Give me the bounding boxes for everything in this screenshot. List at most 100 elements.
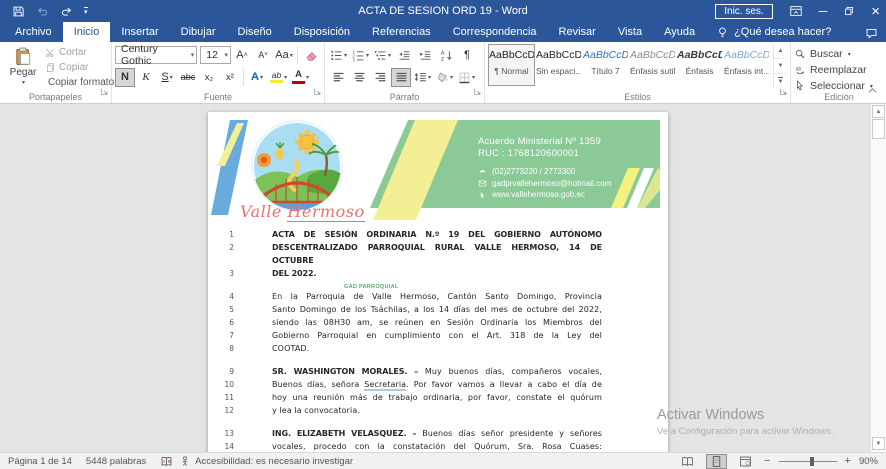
style-titulo-7[interactable]: AaBbCcDcTítulo 7 — [582, 44, 629, 86]
document-page[interactable]: Acuerdo Ministerial Nº 1359 RUC : 176812… — [208, 112, 668, 452]
document-line[interactable]: 11hoy una reunión más de trabajo ordinar… — [208, 391, 668, 404]
styles-scroll-down-icon[interactable]: ▼ — [774, 59, 787, 74]
align-left-button[interactable] — [328, 68, 348, 87]
style-no-spacing[interactable]: AaBbCcDcSin espaci... — [535, 44, 582, 86]
align-right-button[interactable] — [370, 68, 390, 87]
dialog-launcher-icon[interactable] — [313, 83, 322, 101]
sign-in-button[interactable]: Inic. ses. — [715, 4, 772, 19]
document-line[interactable]: 2DESCENTRALIZADO PARROQUIAL RURAL VALLE … — [208, 241, 668, 267]
font-family-combo[interactable]: Century Gothic ▾ — [115, 46, 197, 64]
style-enfasis[interactable]: AaBbCcDcÉnfasis — [676, 44, 723, 86]
minimize-button[interactable]: ─ — [819, 5, 828, 17]
paste-button[interactable]: Pegar ▾ — [3, 44, 43, 88]
copy-button[interactable]: Copiar — [45, 61, 108, 74]
document-line[interactable]: 5Santo Domingo de los Tsáchilas, a los 1… — [208, 303, 668, 316]
document-line[interactable]: 7Gobierno Parroquial en cumplimiento con… — [208, 329, 668, 342]
dialog-launcher-icon[interactable] — [100, 83, 109, 101]
document-line[interactable]: 10Buenos días, señora Secretaria. Por fa… — [208, 378, 668, 391]
sort-button[interactable] — [436, 46, 456, 65]
web-layout-button[interactable] — [735, 454, 756, 469]
document-line[interactable]: 12y lea la convocatoria. — [208, 404, 668, 417]
document-line[interactable]: 6siendo las 08H30 am, se reúnen en Sesió… — [208, 316, 668, 329]
scrollbar-thumb[interactable] — [872, 119, 885, 139]
zoom-in-button[interactable]: + — [845, 456, 851, 467]
tab-dibujar[interactable]: Dibujar — [170, 22, 227, 42]
find-button[interactable]: Buscar▾ — [794, 47, 884, 61]
grow-font-button[interactable]: A˄ — [232, 46, 252, 65]
tab-insertar[interactable]: Insertar — [110, 22, 169, 42]
highlight-button[interactable]: ab ▾ — [268, 68, 289, 87]
zoom-slider-handle[interactable] — [810, 457, 814, 466]
scroll-down-icon[interactable]: ▼ — [872, 437, 885, 450]
underline-button[interactable]: S▾ — [157, 68, 177, 87]
tell-me-box[interactable]: ¿Qué desea hacer? — [706, 22, 841, 42]
justify-button[interactable] — [391, 68, 411, 87]
styles-scroll-up-icon[interactable]: ▲ — [774, 44, 787, 59]
collapse-ribbon-icon[interactable] — [867, 82, 878, 100]
customize-qat-icon[interactable]: ▾ — [84, 7, 88, 16]
redo-icon[interactable] — [60, 5, 73, 18]
dialog-launcher-icon[interactable] — [473, 83, 482, 101]
style-normal[interactable]: AaBbCcDc¶ Normal — [488, 44, 535, 86]
style-enfasis-sutil[interactable]: AaBbCcDcÉnfasis sutil — [629, 44, 676, 86]
font-color-button[interactable]: A ▾ — [290, 68, 311, 87]
multilevel-list-button[interactable]: ▾ — [372, 46, 393, 65]
italic-button[interactable]: K — [136, 68, 156, 87]
ribbon-display-options-icon[interactable] — [789, 4, 803, 18]
zoom-out-button[interactable]: − — [764, 456, 770, 467]
restore-button[interactable] — [843, 5, 855, 17]
shrink-font-button[interactable]: A˅ — [253, 46, 273, 65]
close-button[interactable]: × — [871, 4, 880, 19]
tab-correspondencia[interactable]: Correspondencia — [442, 22, 548, 42]
vertical-scrollbar[interactable]: ▲ ▼ — [870, 104, 886, 452]
zoom-level[interactable]: 90% — [859, 456, 878, 467]
page-indicator[interactable]: Página 1 de 14 — [8, 456, 72, 467]
document-line[interactable]: 14vocales, procedo con la constatación d… — [208, 440, 668, 452]
change-case-button[interactable]: Aa▾ — [274, 46, 294, 65]
cut-button[interactable]: Cortar — [45, 46, 108, 59]
tab-ayuda[interactable]: Ayuda — [653, 22, 706, 42]
shading-button[interactable]: ▾ — [434, 68, 455, 87]
bullets-button[interactable]: ▾ — [328, 46, 349, 65]
line-spacing-button[interactable]: ▾ — [412, 68, 433, 87]
strikethrough-button[interactable]: abc — [178, 68, 198, 87]
accessibility-status[interactable]: Accesibilidad: es necesario investigar — [179, 455, 353, 467]
dialog-launcher-icon[interactable] — [779, 83, 788, 101]
tab-disposicion[interactable]: Disposición — [283, 22, 361, 42]
save-icon[interactable] — [12, 5, 25, 18]
superscript-button[interactable]: x² — [220, 68, 240, 87]
document-line[interactable]: 8COOTAD. — [208, 342, 668, 355]
subscript-button[interactable]: x₂ — [199, 68, 219, 87]
document-line[interactable]: 13ING. ELIZABETH VELASQUEZ. – Buenos día… — [208, 427, 668, 440]
tab-referencias[interactable]: Referencias — [361, 22, 442, 42]
bold-button[interactable]: N — [115, 68, 135, 87]
format-painter-button[interactable]: Copiar formato — [45, 76, 108, 89]
document-line[interactable]: 9SR. WASHINGTON MORALES. – Muy buenos dí… — [208, 365, 668, 378]
zoom-slider[interactable] — [779, 461, 837, 462]
tab-archivo[interactable]: Archivo — [4, 22, 63, 42]
read-mode-button[interactable] — [677, 454, 698, 469]
scroll-up-icon[interactable]: ▲ — [872, 105, 885, 118]
document-line[interactable]: 1ACTA DE SESIÓN ORDINARIA N.º 19 DEL GOB… — [208, 228, 668, 241]
print-layout-button[interactable] — [706, 454, 727, 469]
increase-indent-button[interactable] — [415, 46, 435, 65]
document-line[interactable]: 3DEL 2022. — [208, 267, 668, 280]
undo-icon[interactable] — [36, 5, 49, 18]
decrease-indent-button[interactable] — [394, 46, 414, 65]
style-enfasis-intenso[interactable]: AaBbCcDcÉnfasis int... — [723, 44, 770, 86]
tab-inicio[interactable]: Inicio — [63, 22, 111, 42]
word-count[interactable]: 5448 palabras — [86, 456, 146, 467]
document-line[interactable]: 4En la Parroquia de Valle Hermoso, Cantó… — [208, 290, 668, 303]
align-center-button[interactable] — [349, 68, 369, 87]
proofing-icon[interactable] — [160, 455, 173, 468]
font-size-combo[interactable]: 12 ▾ — [200, 46, 231, 64]
clear-formatting-button[interactable] — [301, 46, 321, 65]
show-marks-button[interactable]: ¶ — [457, 46, 477, 65]
text-effects-button[interactable]: A▾ — [247, 68, 267, 87]
tab-revisar[interactable]: Revisar — [548, 22, 607, 42]
feedback-icon[interactable] — [865, 25, 878, 43]
numbering-button[interactable]: ▾ — [350, 46, 371, 65]
replace-button[interactable]: Reemplazar — [794, 63, 884, 77]
tab-diseno[interactable]: Diseño — [227, 22, 283, 42]
tab-vista[interactable]: Vista — [607, 22, 653, 42]
